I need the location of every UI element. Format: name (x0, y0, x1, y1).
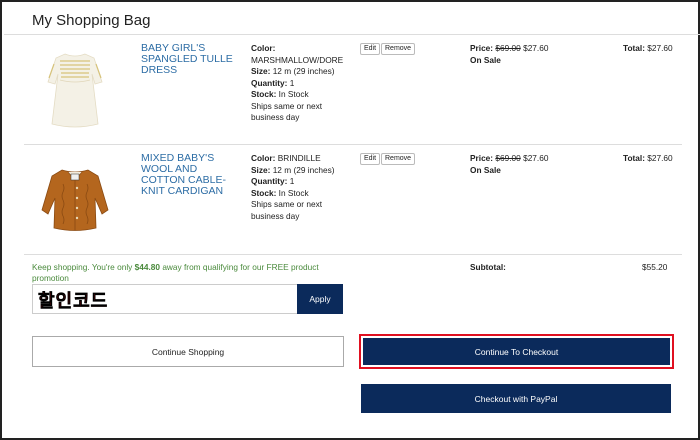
cart-item: MIXED BABY'S WOOL AND COTTON CABLE-KNIT … (24, 146, 682, 255)
color-label: Color: (251, 43, 276, 53)
product-name-link[interactable]: BABY GIRL'S SPANGLED TULLE DRESS (141, 43, 241, 76)
stock-label: Stock: (251, 187, 277, 198)
total-label: Total: (623, 153, 645, 163)
original-price: $69.00 (495, 43, 521, 53)
quantity-label: Quantity: (251, 176, 288, 186)
price-block: Price: $69.00 $27.60 On Sale (470, 43, 590, 66)
price-block: Price: $69.00 $27.60 On Sale (470, 153, 590, 176)
total-value: $27.60 (647, 43, 673, 53)
color-value: BRINDILLE (277, 153, 321, 163)
header: My Shopping Bag (4, 4, 700, 35)
total-block: Total: $27.60 (623, 153, 683, 165)
apply-button[interactable]: Apply (297, 284, 343, 314)
continue-to-checkout-button[interactable]: Continue To Checkout (363, 338, 670, 365)
product-details: Color: BRINDILLE Size: 12 m (29 inches) … (251, 153, 351, 222)
promo-prefix: Keep shopping. You're only (32, 262, 135, 272)
product-name-link[interactable]: MIXED BABY'S WOOL AND COTTON CABLE-KNIT … (141, 153, 241, 197)
page-title: My Shopping Bag (32, 12, 151, 29)
color-value: MARSHMALLOW/DORE (251, 54, 344, 65)
shipping-note: Ships same or next business day (251, 100, 323, 123)
remove-button[interactable]: Remove (381, 43, 416, 55)
quantity-value: 1 (289, 77, 295, 88)
stock-label: Stock: (251, 89, 277, 99)
price-label: Price: (470, 43, 494, 53)
remove-button[interactable]: Remove (381, 153, 416, 165)
sale-badge: On Sale (470, 54, 501, 65)
total-value: $27.60 (647, 153, 673, 163)
product-image[interactable] (32, 44, 118, 134)
promo-amount: $44.80 (134, 262, 161, 272)
product-details: Color: MARSHMALLOW/DORE Size: 12 m (29 i… (251, 43, 351, 124)
sale-badge: On Sale (470, 164, 501, 175)
cart-item: BABY GIRL'S SPANGLED TULLE DRESS Color: … (24, 36, 682, 145)
sale-price: $27.60 (523, 43, 549, 53)
subtotal-value: $55.20 (642, 262, 668, 272)
free-product-promo-message: Keep shopping. You're only $44.80 away f… (32, 262, 332, 284)
continue-shopping-button[interactable]: Continue Shopping (32, 336, 344, 367)
size-label: Size: (251, 164, 271, 175)
sale-price: $27.60 (523, 153, 549, 163)
edit-button[interactable]: Edit (360, 43, 381, 55)
shopping-bag-panel: My Shopping Bag BABY GIRL'S SPANGLED TUL… (0, 0, 700, 440)
quantity-value: 1 (289, 176, 295, 186)
size-value: 12 m (29 inches) (272, 66, 335, 76)
stock-value: In Stock (278, 187, 309, 198)
promo-code-overlay-text: 할인코드 (38, 291, 109, 313)
promo-code-input[interactable]: 할인코드 (32, 284, 298, 314)
size-value: 12 m (29 inches) (272, 164, 335, 175)
edit-button[interactable]: Edit (360, 153, 381, 165)
quantity-label: Quantity: (251, 77, 288, 88)
checkout-with-paypal-button[interactable]: Checkout with PayPal (361, 384, 671, 413)
price-label: Price: (470, 153, 494, 163)
original-price: $69.00 (495, 153, 521, 163)
total-block: Total: $27.60 (623, 43, 683, 55)
subtotal-label: Subtotal: (470, 262, 506, 272)
size-label: Size: (251, 66, 271, 76)
color-label: Color: (251, 153, 276, 163)
total-label: Total: (623, 43, 645, 53)
product-image[interactable] (32, 154, 118, 244)
stock-value: In Stock (278, 89, 309, 99)
shipping-note: Ships same or next business day (251, 199, 323, 221)
